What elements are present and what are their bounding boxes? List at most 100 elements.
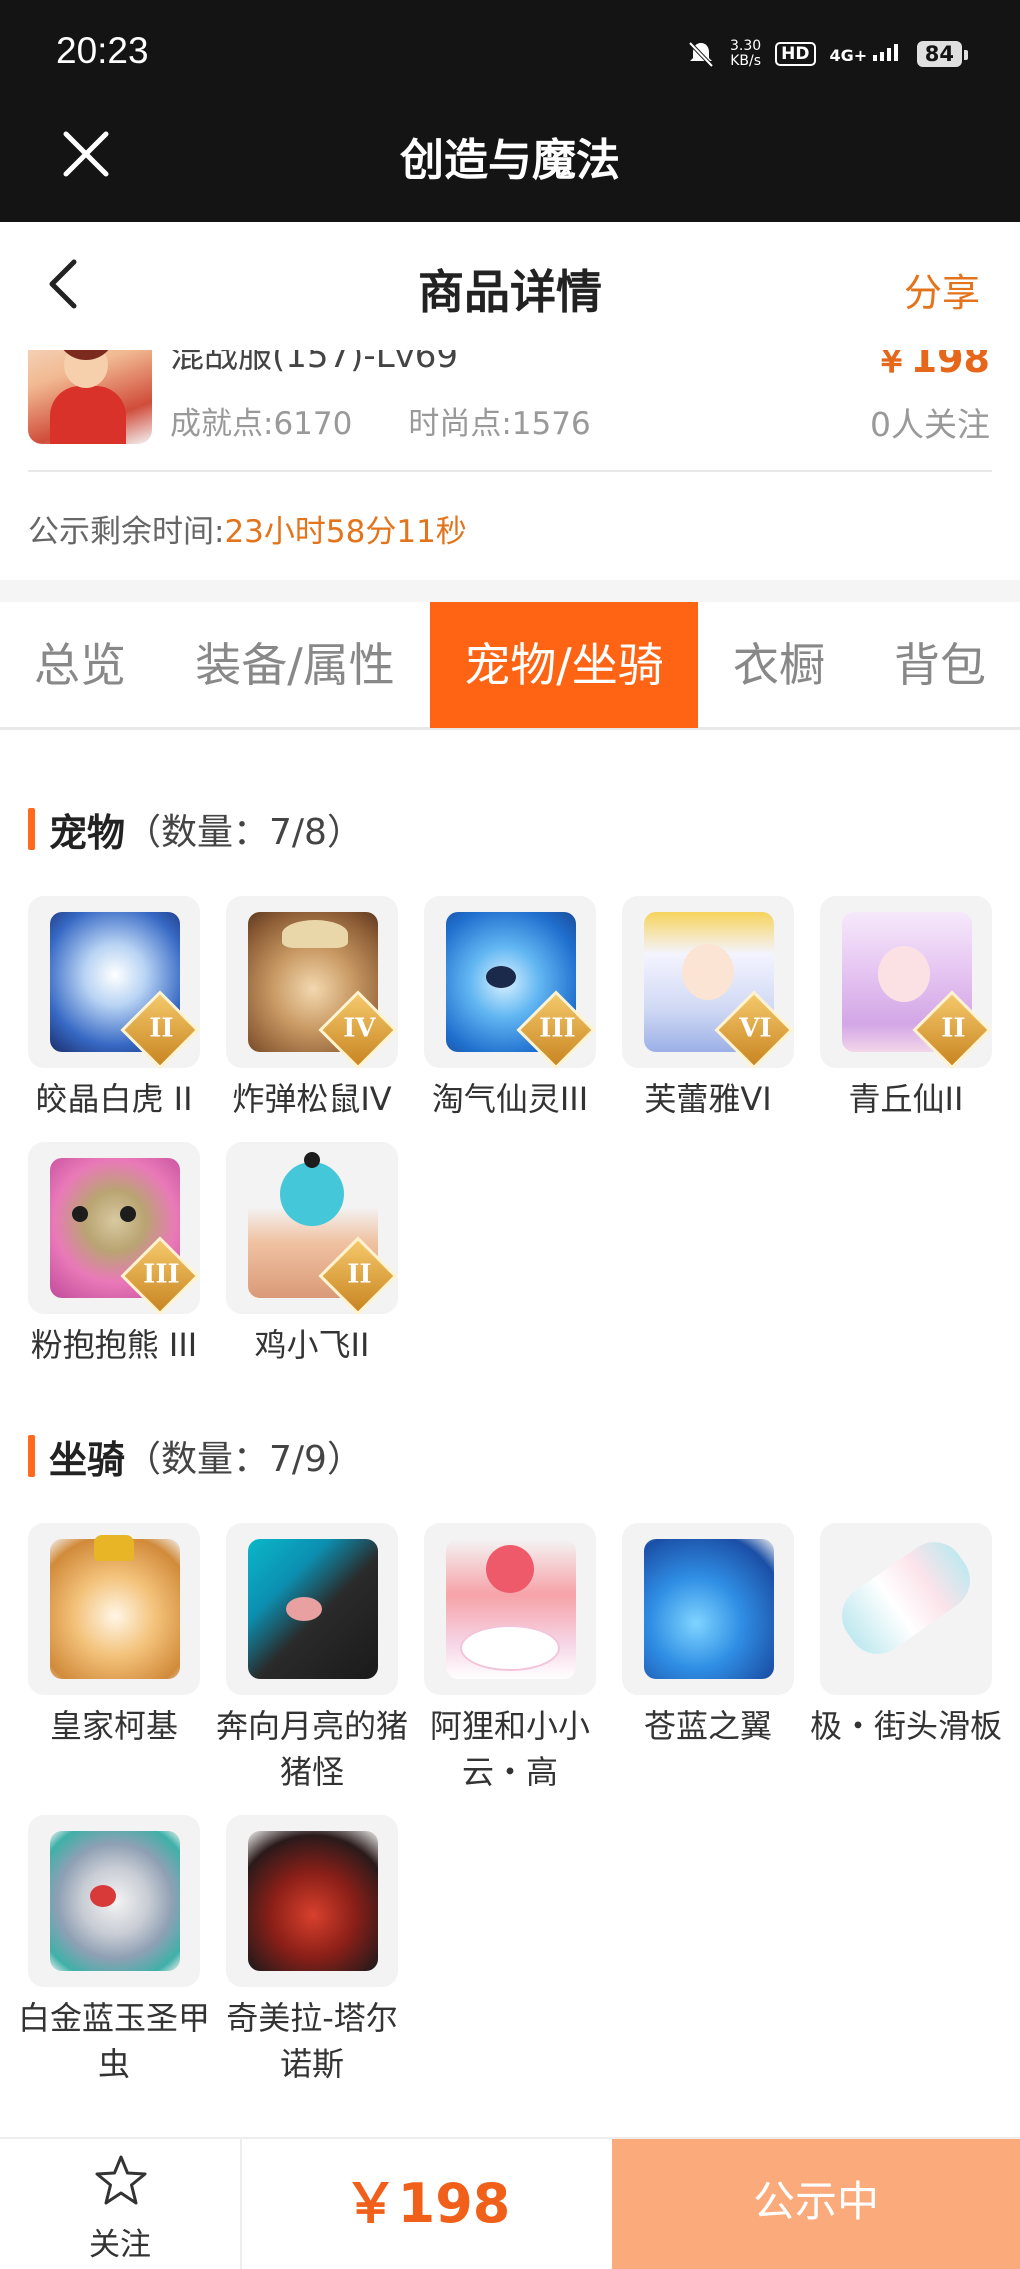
network-label: 4G+ xyxy=(829,46,868,65)
face-shape xyxy=(878,946,930,1002)
account-summary: 混战服(157)-Lv69 成就点:6170 时尚点:1576 ￥198 0人关注… xyxy=(0,350,1020,580)
pet-thumbnail: III xyxy=(28,1142,200,1314)
mount-thumbnail xyxy=(226,1523,398,1695)
timer-value: 23小时58分11秒 xyxy=(224,514,467,550)
mount-image xyxy=(830,1530,982,1666)
topknot-shape xyxy=(304,1152,320,1168)
section-name: 坐骑 xyxy=(49,1437,126,1482)
system-icons: 3.30 KB/s HD 4G+ 84 xyxy=(686,34,969,74)
tab-bar: 总览 装备/属性 宠物/坐骑 衣橱 背包 xyxy=(0,602,1020,730)
section-count: （数量：7/9） xyxy=(125,1439,363,1480)
clock: 20:23 xyxy=(56,30,149,71)
network-type: 4G+ xyxy=(830,43,903,65)
pet-name: 鸡小飞II xyxy=(254,1326,370,1364)
net-speed-value: 3.30 xyxy=(730,38,762,54)
mount-image xyxy=(248,1831,378,1971)
face-shape xyxy=(682,944,734,1000)
mounts-section-title: 坐骑 （数量：7/9） xyxy=(28,1433,363,1482)
page-header: 商品详情 分享 xyxy=(0,222,1020,350)
character-avatar xyxy=(28,350,152,444)
bottom-price: ￥198 xyxy=(343,2172,511,2235)
public-timer: 公示剩余时间:23小时58分11秒 xyxy=(28,506,467,551)
mount-name: 极・街头滑板 xyxy=(809,1707,1002,1745)
fashion-points: 时尚点:1576 xyxy=(408,406,591,442)
pet-name: 淘气仙灵III xyxy=(431,1080,589,1118)
achievement-points: 成就点:6170 xyxy=(170,406,353,442)
head-shape xyxy=(280,1162,344,1226)
cloud-shape xyxy=(460,1625,560,1671)
server-level: 混战服(157)-Lv69 xyxy=(170,350,459,376)
pet-thumbnail: II xyxy=(28,896,200,1068)
mount-name: 阿狸和小小云・高 xyxy=(429,1707,590,1791)
eye-shape xyxy=(90,1885,116,1907)
tier-label: IV xyxy=(343,1013,376,1044)
tier-label: VI xyxy=(739,1013,772,1044)
section-gap xyxy=(0,580,1020,602)
pet-thumbnail: IV xyxy=(226,896,398,1068)
pet-thumbnail: II xyxy=(820,896,992,1068)
pet-name: 青丘仙II xyxy=(848,1080,964,1118)
tab-pets-mounts[interactable]: 宠物/坐骑 xyxy=(430,602,698,728)
mount-name: 奔向月亮的猪猪怪 xyxy=(215,1707,408,1791)
follow-label: 关注 xyxy=(89,2227,151,2263)
webview-title: 创造与魔法 xyxy=(400,135,620,186)
mount-thumbnail xyxy=(28,1815,200,1987)
tier-label: III xyxy=(539,1013,576,1044)
follow-button[interactable]: 关注 xyxy=(0,2139,242,2269)
timer-label: 公示剩余时间: xyxy=(28,514,225,550)
section-count: （数量：7/8） xyxy=(125,812,363,853)
section-marker xyxy=(28,1435,35,1477)
mount-name: 苍蓝之翼 xyxy=(643,1707,772,1745)
follower-count: 0人关注 xyxy=(870,405,990,444)
mount-name: 白金蓝玉圣甲虫 xyxy=(17,1999,210,2083)
mount-name: 奇美拉-塔尔诺斯 xyxy=(226,1999,398,2083)
mount-thumbnail xyxy=(622,1523,794,1695)
summary-price: ￥198 xyxy=(872,350,990,381)
eye-shape xyxy=(120,1206,136,1222)
tier-label: II xyxy=(347,1259,372,1290)
share-button[interactable]: 分享 xyxy=(904,262,980,317)
status-button[interactable]: 公示中 xyxy=(612,2139,1020,2269)
tab-backpack[interactable]: 背包 xyxy=(870,602,1010,728)
mount-image xyxy=(644,1539,774,1679)
star-icon xyxy=(95,2155,147,2205)
mount-image xyxy=(50,1831,180,1971)
signal-icon xyxy=(872,44,898,61)
status-bar: 20:23 3.30 KB/s HD 4G+ 84 xyxy=(0,0,1020,110)
net-speed: 3.30 KB/s xyxy=(730,39,761,69)
bottom-action-bar: 关注 ￥198 公示中 xyxy=(0,2137,1020,2269)
net-speed-unit: KB/s xyxy=(730,53,761,69)
hat-shape xyxy=(282,920,348,948)
crown-shape xyxy=(94,1535,134,1561)
pet-name: 粉抱抱熊 III xyxy=(30,1326,198,1364)
tier-label: III xyxy=(143,1259,180,1290)
pet-thumbnail: II xyxy=(226,1142,398,1314)
section-name: 宠物 xyxy=(49,810,126,855)
section-marker xyxy=(28,808,35,850)
account-stats: 成就点:6170 时尚点:1576 xyxy=(170,398,591,443)
webview-title-bar: 创造与魔法 xyxy=(0,110,1020,222)
divider xyxy=(28,470,992,472)
pets-section-title: 宠物 （数量：7/8） xyxy=(28,806,363,855)
mount-thumbnail xyxy=(28,1523,200,1695)
tab-equipment[interactable]: 装备/属性 xyxy=(180,602,410,728)
page-title: 商品详情 xyxy=(418,265,602,319)
pet-thumbnail: III xyxy=(424,896,596,1068)
snout-shape xyxy=(286,1597,322,1621)
pet-name: 芙蕾雅VI xyxy=(644,1080,772,1118)
tier-label: II xyxy=(941,1013,966,1044)
eye-shape xyxy=(72,1206,88,1222)
pet-name: 皎晶白虎 II xyxy=(35,1080,193,1118)
mount-name: 皇家柯基 xyxy=(49,1707,178,1745)
head-shape xyxy=(486,1545,534,1593)
tier-label: II xyxy=(149,1013,174,1044)
hd-badge: HD xyxy=(775,42,816,66)
pet-name: 炸弹松鼠IV xyxy=(232,1080,392,1118)
mount-thumbnail xyxy=(820,1523,992,1695)
pet-thumbnail: VI xyxy=(622,896,794,1068)
tab-overview[interactable]: 总览 xyxy=(0,602,160,728)
tab-wardrobe[interactable]: 衣橱 xyxy=(714,602,844,728)
nose-shape xyxy=(486,966,516,988)
battery-indicator: 84 xyxy=(916,41,969,67)
mount-thumbnail xyxy=(424,1523,596,1695)
